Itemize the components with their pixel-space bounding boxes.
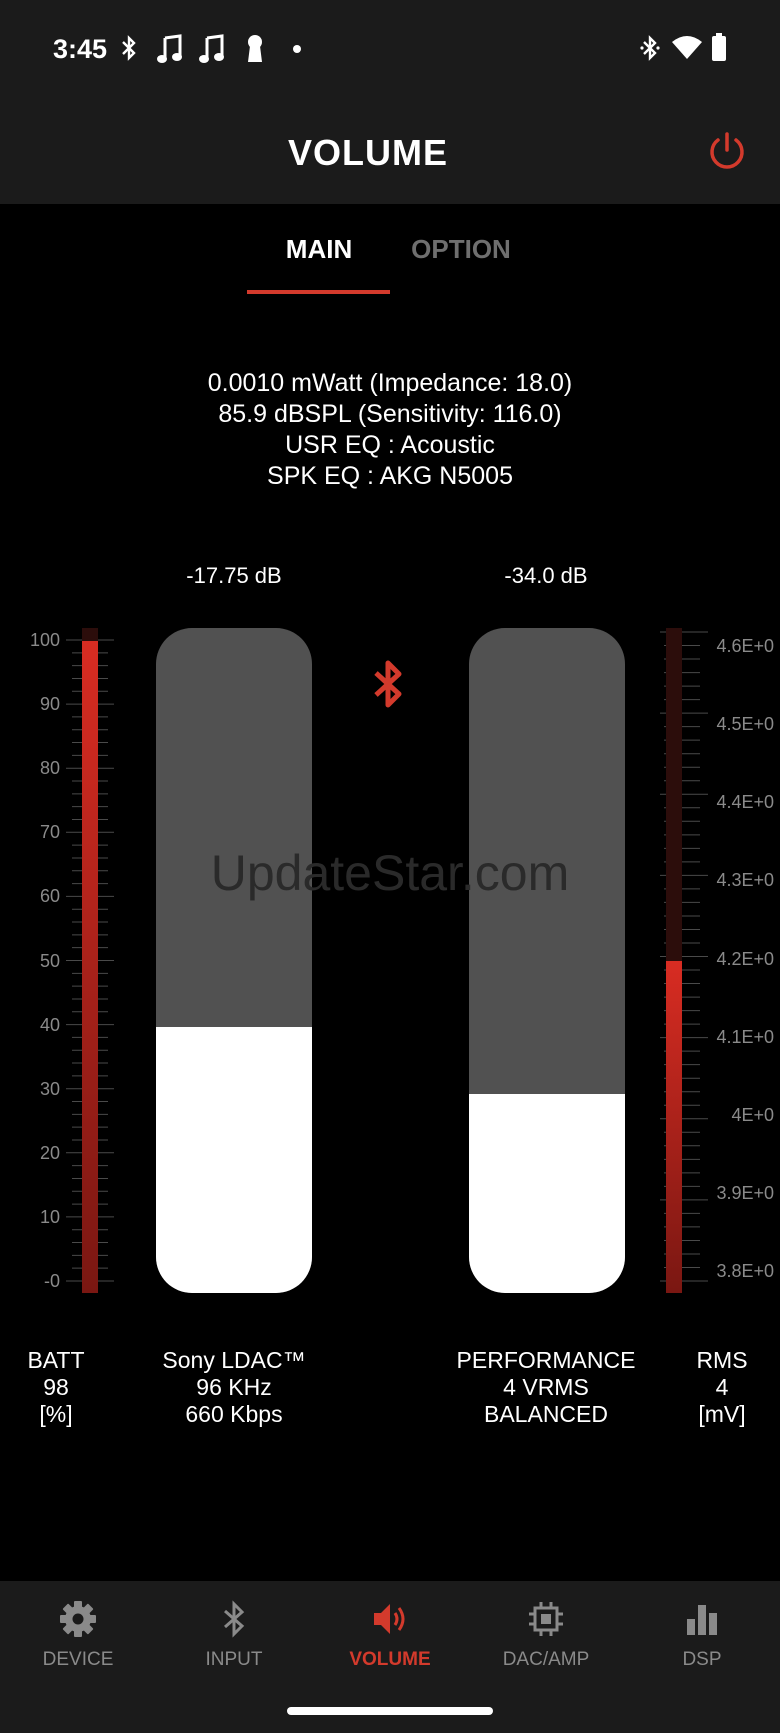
codec-bitrate: 660 Kbps	[185, 1401, 283, 1427]
battery-value: 98	[43, 1374, 69, 1400]
battery-meter-fill	[82, 641, 98, 1293]
rms-meter-fill	[666, 960, 682, 1293]
nav-dac-amp[interactable]: DAC/AMP	[468, 1599, 624, 1671]
bluetooth-icon	[374, 660, 402, 708]
wifi-icon	[672, 36, 702, 59]
nav-input[interactable]: INPUT	[156, 1599, 312, 1671]
nav-input-label: INPUT	[205, 1649, 263, 1670]
right-volume-db: -34.0 dB	[504, 563, 588, 588]
left-volume-slider[interactable]	[156, 628, 312, 1293]
battery-tick-label: 50	[39, 950, 60, 971]
speaker-eq-readout: SPK EQ : AKG N5005	[267, 462, 513, 490]
rms-meter	[666, 628, 682, 1293]
performance-info: PERFORMANCE 4 VRMS BALANCED	[446, 1347, 646, 1428]
page-title: VOLUME	[287, 132, 448, 173]
rms-tick-label: 4.5E+0	[716, 714, 774, 735]
rms-tick-label: 4E+0	[731, 1104, 774, 1125]
battery-tick-label: 10	[39, 1206, 60, 1227]
battery-meter	[82, 628, 98, 1293]
nav-device[interactable]: DEVICE	[0, 1599, 156, 1671]
battery-tick-label: 70	[39, 822, 60, 843]
spl-readout: 85.9 dBSPL (Sensitivity: 116.0)	[218, 400, 562, 428]
notification-dot-icon	[293, 45, 301, 53]
watermark: UpdateStar.com	[210, 845, 570, 901]
tab-indicator	[247, 290, 390, 294]
nav-dsp-label: DSP	[682, 1649, 722, 1670]
left-volume-db: -17.75 dB	[186, 563, 282, 588]
rms-tick-label: 3.8E+0	[716, 1261, 774, 1281]
status-time: 3:45	[53, 34, 108, 64]
right-volume-fill	[469, 1093, 625, 1293]
battery-tick-label: 20	[39, 1142, 60, 1163]
tab-bar: MAIN OPTION	[0, 204, 780, 304]
output-info: 0.0010 mWatt (Impedance: 18.0) 85.9 dBSP…	[0, 368, 780, 492]
rms-tick-label: 4.4E+0	[716, 792, 774, 813]
rms-unit: [mV]	[698, 1401, 746, 1427]
rms-tick-label: 3.9E+0	[716, 1182, 774, 1203]
bluetooth-status-icon	[122, 35, 136, 61]
codec-name: Sony LDAC™	[162, 1347, 306, 1373]
battery-tick-label: 40	[39, 1014, 60, 1035]
keyhole-icon	[248, 35, 262, 62]
tab-option[interactable]: OPTION	[381, 234, 541, 265]
left-volume-fill	[156, 1027, 312, 1293]
performance-mode: BALANCED	[484, 1401, 608, 1427]
battery-tick-label: 80	[39, 758, 60, 779]
gear-icon	[60, 1601, 96, 1637]
home-indicator[interactable]	[287, 1707, 493, 1715]
rms-label: RMS	[696, 1347, 748, 1373]
right-volume-slider[interactable]	[469, 628, 625, 1293]
battery-label: BATT	[27, 1347, 85, 1373]
nav-volume[interactable]: VOLUME	[312, 1599, 468, 1671]
rms-tick-label: 4.1E+0	[716, 1026, 774, 1047]
rms-info: RMS 4 [mV]	[682, 1347, 762, 1428]
codec-info: Sony LDAC™ 96 KHz 660 Kbps	[134, 1347, 334, 1428]
nav-device-label: DEVICE	[42, 1649, 114, 1670]
status-bar: 3:45	[0, 0, 780, 100]
app-bar: VOLUME	[0, 100, 780, 204]
battery-info: BATT 98 [%]	[16, 1347, 96, 1428]
rms-tick-label: 4.6E+0	[716, 636, 774, 656]
power-readout: 0.0010 mWatt (Impedance: 18.0)	[207, 369, 573, 397]
nav-volume-label: VOLUME	[349, 1649, 431, 1670]
battery-tick-label: 30	[39, 1078, 60, 1099]
performance-vrms: 4 VRMS	[503, 1374, 589, 1400]
battery-tick-label: -0	[43, 1271, 60, 1291]
battery-tick-label: 100	[29, 630, 60, 650]
performance-label: PERFORMANCE	[456, 1347, 636, 1373]
tab-main[interactable]: MAIN	[239, 234, 399, 265]
speaker-icon	[374, 1604, 405, 1634]
rms-tick-label: 4.2E+0	[716, 948, 774, 969]
nav-dsp[interactable]: DSP	[624, 1599, 780, 1671]
rms-value: 4	[715, 1374, 729, 1400]
codec-rate: 96 KHz	[196, 1374, 272, 1400]
power-icon[interactable]	[706, 130, 748, 172]
battery-status-icon	[712, 33, 726, 61]
music-note-icon-2	[199, 34, 224, 63]
bluetooth-icon	[224, 1600, 245, 1638]
bluetooth-connected-icon	[640, 35, 660, 61]
user-eq-readout: USR EQ : Acoustic	[285, 431, 495, 459]
bar-chart-icon	[687, 1605, 717, 1635]
battery-unit: [%]	[39, 1401, 73, 1427]
nav-dac-amp-label: DAC/AMP	[502, 1649, 590, 1670]
music-note-icon	[157, 34, 182, 63]
battery-tick-label: 90	[39, 694, 60, 715]
chip-icon	[529, 1602, 563, 1636]
